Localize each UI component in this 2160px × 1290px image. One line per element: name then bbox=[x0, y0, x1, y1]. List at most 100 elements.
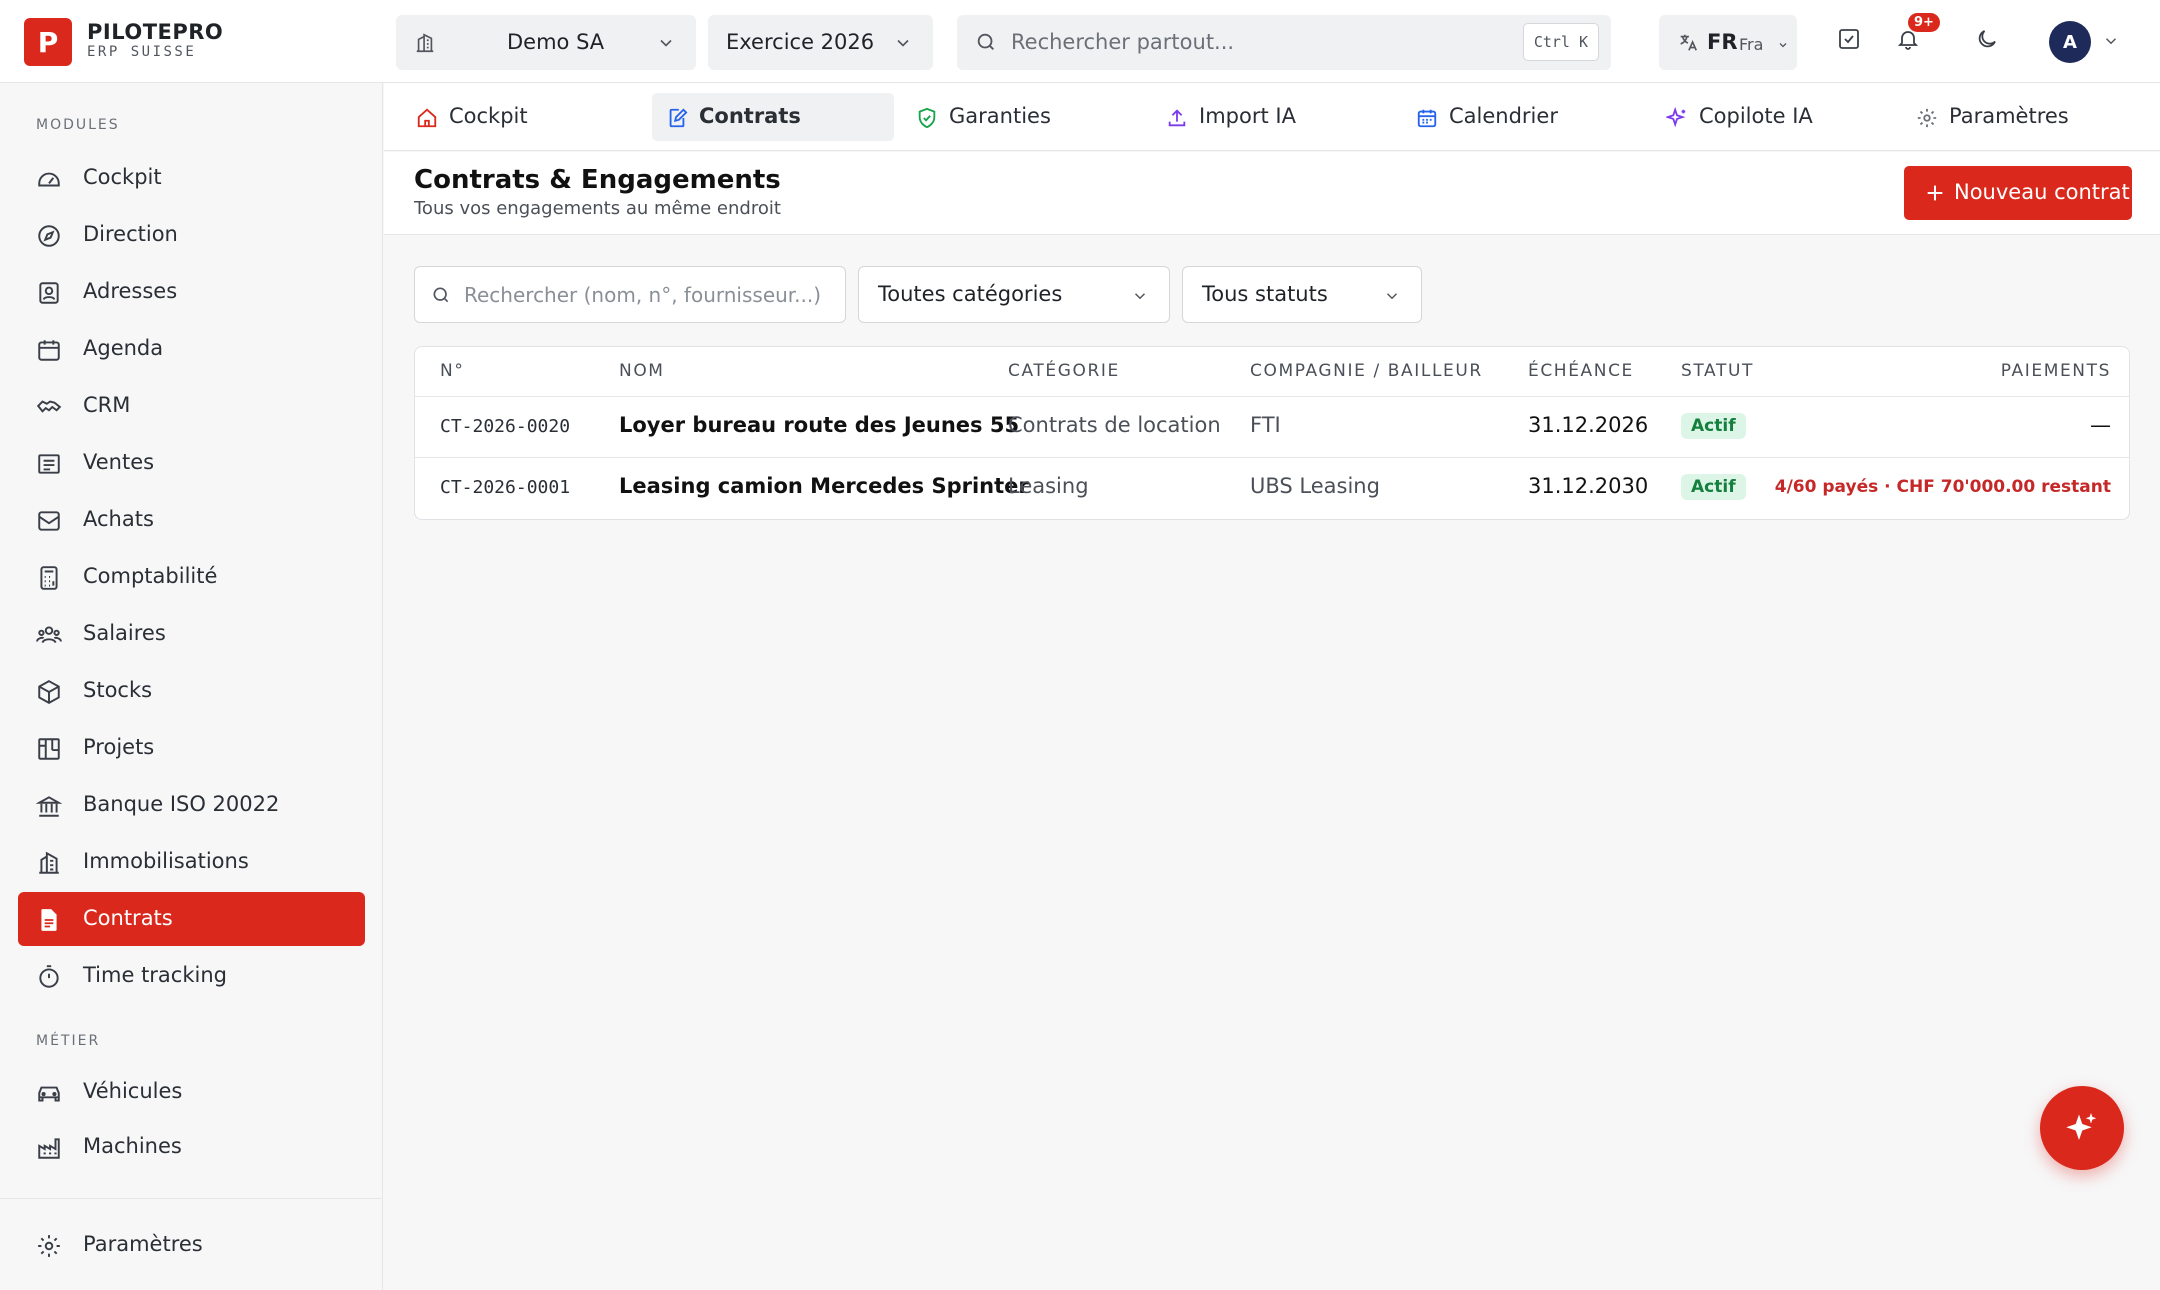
sidebar-item-parametres[interactable]: Paramètres bbox=[18, 1218, 365, 1272]
moon-icon[interactable] bbox=[1975, 27, 1999, 51]
sidebar-item-machines[interactable]: Machines bbox=[18, 1120, 365, 1174]
receipt-icon bbox=[36, 451, 62, 477]
column-header-category[interactable]: CATÉGORIE bbox=[1008, 361, 1120, 381]
chevron-down-icon bbox=[1131, 287, 1149, 305]
sparkles-icon bbox=[2064, 1110, 2100, 1146]
sidebar-item-label: Machines bbox=[83, 1134, 182, 1158]
sidebar-item-label: Contrats bbox=[83, 906, 173, 930]
sidebar-item-cockpit[interactable]: Cockpit bbox=[18, 151, 365, 205]
tasks-icon[interactable] bbox=[1837, 27, 1861, 51]
page-header: Contrats & Engagements Tous vos engageme… bbox=[384, 152, 2160, 235]
contract-name[interactable]: Leasing camion Mercedes Sprinter bbox=[619, 474, 1029, 498]
search-shortcut-hint: Ctrl K bbox=[1522, 23, 1599, 61]
building-icon bbox=[36, 850, 62, 876]
tab-parametres[interactable]: Paramètres bbox=[1902, 93, 2122, 141]
sidebar-item-time-tracking[interactable]: Time tracking bbox=[18, 949, 365, 1003]
sidebar-item-immobilisations[interactable]: Immobilisations bbox=[18, 835, 365, 889]
sidebar-item-direction[interactable]: Direction bbox=[18, 208, 365, 262]
tab-calendrier[interactable]: Calendrier bbox=[1402, 93, 1622, 141]
app-logo[interactable]: P bbox=[24, 18, 72, 66]
gear-icon bbox=[1916, 107, 1938, 129]
kanban-icon bbox=[36, 736, 62, 762]
brand-subtitle: ERP SUISSE bbox=[87, 44, 197, 60]
edit-document-icon bbox=[666, 107, 688, 129]
contract-search-input[interactable]: Rechercher (nom, n°, fournisseur...) bbox=[414, 266, 846, 323]
sidebar-item-ventes[interactable]: Ventes bbox=[18, 436, 365, 490]
compass-icon bbox=[36, 223, 62, 249]
contract-due-date: 31.12.2026 bbox=[1528, 413, 1649, 437]
calculator-icon bbox=[36, 565, 62, 591]
status-filter-value: Tous statuts bbox=[1202, 282, 1328, 306]
new-contract-button[interactable]: Nouveau contrat bbox=[1904, 166, 2132, 220]
sidebar-item-adresses[interactable]: Adresses bbox=[18, 265, 365, 319]
tab-label: Copilote IA bbox=[1699, 104, 1813, 128]
contract-number: CT-2026-0020 bbox=[440, 416, 571, 437]
sidebar-section-modules: MODULES bbox=[36, 117, 120, 133]
chevron-down-icon bbox=[1383, 287, 1401, 305]
user-avatar[interactable]: A bbox=[2049, 21, 2091, 63]
sidebar: MODULES Cockpit Direction Adresses Agend… bbox=[0, 83, 383, 1290]
sidebar-item-label: Adresses bbox=[83, 279, 178, 303]
sidebar-item-label: Paramètres bbox=[83, 1232, 203, 1256]
tab-contrats[interactable]: Contrats bbox=[652, 93, 894, 141]
timer-icon bbox=[36, 964, 62, 990]
status-filter-select[interactable]: Tous statuts bbox=[1182, 266, 1422, 323]
contract-company: UBS Leasing bbox=[1250, 474, 1380, 498]
sidebar-item-projets[interactable]: Projets bbox=[18, 721, 365, 775]
sidebar-item-salaires[interactable]: Salaires bbox=[18, 607, 365, 661]
contracts-table: N° NOM CATÉGORIE COMPAGNIE / BAILLEUR ÉC… bbox=[414, 346, 2130, 520]
page-subtitle: Tous vos engagements au même endroit bbox=[414, 198, 781, 219]
tab-label: Calendrier bbox=[1449, 104, 1558, 128]
column-header-status[interactable]: STATUT bbox=[1681, 361, 1754, 381]
global-search-input[interactable]: Rechercher partout... Ctrl K bbox=[957, 15, 1611, 70]
language-selector[interactable]: FR Fra bbox=[1659, 15, 1797, 70]
table-row[interactable]: CT-2026-0020 Loyer bureau route des Jeun… bbox=[415, 396, 2129, 457]
sidebar-item-label: Banque ISO 20022 bbox=[83, 792, 280, 816]
contract-number: CT-2026-0001 bbox=[440, 477, 571, 498]
tab-cockpit[interactable]: Cockpit bbox=[402, 93, 622, 141]
sidebar-item-banque[interactable]: Banque ISO 20022 bbox=[18, 778, 365, 832]
upload-icon bbox=[1166, 107, 1188, 129]
contract-payments: 4/60 payés · CHF 70'000.00 restant bbox=[1774, 477, 2111, 497]
building-icon bbox=[414, 32, 436, 54]
sidebar-item-vehicules[interactable]: Véhicules bbox=[18, 1065, 365, 1119]
chevron-down-icon[interactable] bbox=[2102, 32, 2120, 50]
calendar-icon bbox=[1416, 107, 1438, 129]
sidebar-item-contrats[interactable]: Contrats bbox=[18, 892, 365, 946]
top-bar: P PILOTEPRO ERP SUISSE Demo SA Exercice … bbox=[0, 0, 2160, 83]
document-icon bbox=[36, 907, 62, 933]
column-header-number[interactable]: N° bbox=[440, 361, 464, 381]
sidebar-item-label: Agenda bbox=[83, 336, 164, 360]
tab-label: Paramètres bbox=[1949, 104, 2069, 128]
sidebar-item-achats[interactable]: Achats bbox=[18, 493, 365, 547]
sidebar-item-agenda[interactable]: Agenda bbox=[18, 322, 365, 376]
plus-icon bbox=[1924, 182, 1946, 204]
column-header-name[interactable]: NOM bbox=[619, 361, 665, 381]
tab-copilote-ia[interactable]: Copilote IA bbox=[1652, 93, 1872, 141]
chevron-down-icon bbox=[1777, 39, 1789, 51]
category-filter-select[interactable]: Toutes catégories bbox=[858, 266, 1170, 323]
sidebar-item-crm[interactable]: CRM bbox=[18, 379, 365, 433]
column-header-due[interactable]: ÉCHÉANCE bbox=[1528, 361, 1634, 381]
users-icon bbox=[36, 622, 62, 648]
company-selector[interactable]: Demo SA bbox=[396, 15, 696, 70]
calendar-icon bbox=[36, 337, 62, 363]
sidebar-item-label: Direction bbox=[83, 222, 178, 246]
fiscal-year-selector[interactable]: Exercice 2026 bbox=[708, 15, 933, 70]
inbox-icon bbox=[36, 508, 62, 534]
sidebar-item-comptabilite[interactable]: Comptabilité bbox=[18, 550, 365, 604]
tab-import-ia[interactable]: Import IA bbox=[1152, 93, 1372, 141]
sidebar-item-label: Salaires bbox=[83, 621, 166, 645]
tab-garanties[interactable]: Garanties bbox=[902, 93, 1122, 141]
column-header-company[interactable]: COMPAGNIE / BAILLEUR bbox=[1250, 361, 1483, 381]
table-row[interactable]: CT-2026-0001 Leasing camion Mercedes Spr… bbox=[415, 457, 2129, 518]
ai-assistant-button[interactable] bbox=[2040, 1086, 2124, 1170]
sidebar-item-stocks[interactable]: Stocks bbox=[18, 664, 365, 718]
sidebar-item-label: Cockpit bbox=[83, 165, 162, 189]
sidebar-item-label: Ventes bbox=[83, 450, 155, 474]
contract-payments: — bbox=[2090, 413, 2111, 437]
handshake-icon bbox=[36, 394, 62, 420]
column-header-payments[interactable]: PAIEMENTS bbox=[2001, 361, 2111, 381]
gauge-icon bbox=[36, 166, 62, 192]
contract-name[interactable]: Loyer bureau route des Jeunes 55 bbox=[619, 413, 1019, 437]
